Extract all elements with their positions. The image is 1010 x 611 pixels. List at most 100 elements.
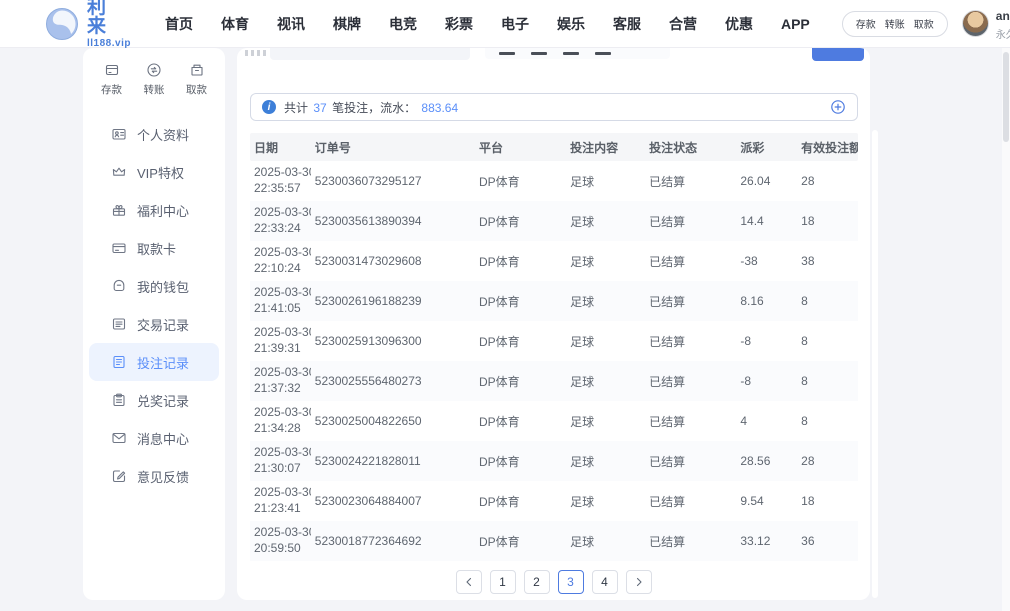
cell-date: 2025-03-3021:34:28 [250,405,311,436]
vip-crown-icon [111,164,127,180]
cell-payout: 8.16 [736,294,797,308]
sidebar-item-4[interactable]: 取款卡 [83,229,225,267]
cell-status: 已结算 [645,493,736,510]
cell-order: 5230036073295127 [311,174,475,188]
table-row[interactable]: 2025-03-3022:33:245230035613890394DP体育足球… [250,201,858,241]
pagination: 1234 [237,570,870,594]
cell-status: 已结算 [645,453,736,470]
cell-platform: DP体育 [475,413,566,430]
cell-date: 2025-03-3020:59:50 [250,525,311,556]
table-row[interactable]: 2025-03-3021:37:325230025556480273DP体育足球… [250,361,858,401]
nav-item-12[interactable]: APP [767,16,824,32]
content-scrollbar-track[interactable] [872,130,878,598]
bet-summary-bar: i 共计 37 笔投注，流水： 883.64 [250,93,858,121]
nav-item-9[interactable]: 客服 [599,14,655,34]
column-header: 有效投注额 [797,139,858,156]
sidebar-item-10[interactable]: 意见反馈 [83,457,225,495]
table-row[interactable]: 2025-03-3021:39:315230025913096300DP体育足球… [250,321,858,361]
avatar[interactable] [962,10,989,37]
domain-label: 永久域名： [996,26,1010,41]
user-assets-line: anxin3399总资产：1363.49元 [996,7,1010,24]
pagination-next-button[interactable] [626,570,652,594]
cell-payout: -8 [736,334,797,348]
pagination-page-3[interactable]: 3 [558,570,584,594]
quick-action-deposit[interactable]: 存款 [101,62,122,97]
cell-platform: DP体育 [475,253,566,270]
nav-item-10[interactable]: 合营 [655,14,711,34]
cell-status: 已结算 [645,413,736,430]
table-row[interactable]: 2025-03-3021:23:415230023064884007DP体育足球… [250,481,858,521]
table-row[interactable]: 2025-03-3022:35:575230036073295127DP体育足球… [250,161,858,201]
sidebar-item-9[interactable]: 消息中心 [83,419,225,457]
sidebar-item-label: 福利中心 [137,201,189,220]
page-scrollbar-thumb[interactable] [1003,52,1009,142]
user-domain-line: 永久域名： ll188.vip | ll188.... [996,26,1010,41]
wallet-pill-action-3[interactable]: 取款 [914,16,934,31]
table-row[interactable]: 2025-03-3021:41:055230026196188239DP体育足球… [250,281,858,321]
pagination-page-4[interactable]: 4 [592,570,618,594]
cell-content: 足球 [566,533,645,550]
nav-item-2[interactable]: 体育 [207,14,263,34]
deposit-icon [104,62,120,78]
filter-bar-clipped [237,48,870,62]
nav-item-11[interactable]: 优惠 [711,14,767,34]
welfare-gift-icon [111,202,127,218]
sidebar-item-label: 兑奖记录 [137,391,189,410]
quick-range-buttons-clipped[interactable] [485,48,670,59]
pagination-page-2[interactable]: 2 [524,570,550,594]
cell-content: 足球 [566,453,645,470]
main-nav: 首页体育视讯棋牌电竞彩票电子娱乐客服合营优惠APP [151,14,824,34]
pagination-prev-button[interactable] [456,570,482,594]
table-row[interactable]: 2025-03-3021:30:075230024221828011DP体育足球… [250,441,858,481]
sidebar-item-2[interactable]: VIP特权 [83,153,225,191]
nav-item-5[interactable]: 电竞 [375,14,431,34]
sidebar-item-7[interactable]: 投注记录 [89,343,219,381]
sidebar-item-6[interactable]: 交易记录 [83,305,225,343]
table-row[interactable]: 2025-03-3020:59:505230018772364692DP体育足球… [250,521,858,561]
nav-item-7[interactable]: 电子 [487,14,543,34]
logo-swirl-icon [45,7,79,41]
cell-valid-amount: 18 [797,494,858,508]
nav-item-4[interactable]: 棋牌 [319,14,375,34]
cell-date: 2025-03-3021:23:41 [250,485,311,516]
withdraw-icon [189,62,205,78]
cell-date: 2025-03-3021:41:05 [250,285,311,316]
nav-item-3[interactable]: 视讯 [263,14,319,34]
page-scrollbar[interactable] [1002,0,1010,611]
top-navigation-bar: 利 来 ll188.vip 首页体育视讯棋牌电竞彩票电子娱乐客服合营优惠APP … [0,0,1010,48]
sidebar-item-5[interactable]: 我的钱包 [83,267,225,305]
wallet-pill-action-2[interactable]: 转账 [885,16,905,31]
sidebar-item-3[interactable]: 福利中心 [83,191,225,229]
search-submit-button-clipped[interactable] [812,48,864,61]
sidebar-item-1[interactable]: 个人资料 [83,115,225,153]
date-range-input-clipped[interactable] [270,48,470,60]
cell-platform: DP体育 [475,293,566,310]
column-header: 日期 [250,139,311,156]
cell-date: 2025-03-3021:30:07 [250,445,311,476]
site-logo[interactable]: 利 来 ll188.vip [45,0,131,49]
table-row[interactable]: 2025-03-3022:10:245230031473029608DP体育足球… [250,241,858,281]
quick-action-label: 转账 [144,82,165,97]
profile-icon [111,126,127,142]
plus-circle-icon[interactable] [830,99,846,115]
table-row[interactable]: 2025-03-3021:34:285230025004822650DP体育足球… [250,401,858,441]
quick-action-withdraw[interactable]: 取款 [186,62,207,97]
cell-order: 5230025004822650 [311,414,475,428]
wallet-pill-action-1[interactable]: 存款 [856,16,876,31]
pagination-page-1[interactable]: 1 [490,570,516,594]
cell-content: 足球 [566,293,645,310]
feedback-icon [111,468,127,484]
nav-item-8[interactable]: 娱乐 [543,14,599,34]
cell-content: 足球 [566,333,645,350]
cell-payout: 26.04 [736,174,797,188]
wallet-actions-pill: 存款转账取款 [842,11,948,37]
nav-item-1[interactable]: 首页 [151,14,207,34]
quick-action-transfer[interactable]: 转账 [144,62,165,97]
cell-platform: DP体育 [475,493,566,510]
nav-item-6[interactable]: 彩票 [431,14,487,34]
cell-valid-amount: 28 [797,174,858,188]
user-info[interactable]: anxin3399总资产：1363.49元 永久域名： ll188.vip | … [962,7,1010,41]
sidebar-item-8[interactable]: 兑奖记录 [83,381,225,419]
bet-record-icon [111,354,127,370]
sidebar-item-label: 消息中心 [137,429,189,448]
